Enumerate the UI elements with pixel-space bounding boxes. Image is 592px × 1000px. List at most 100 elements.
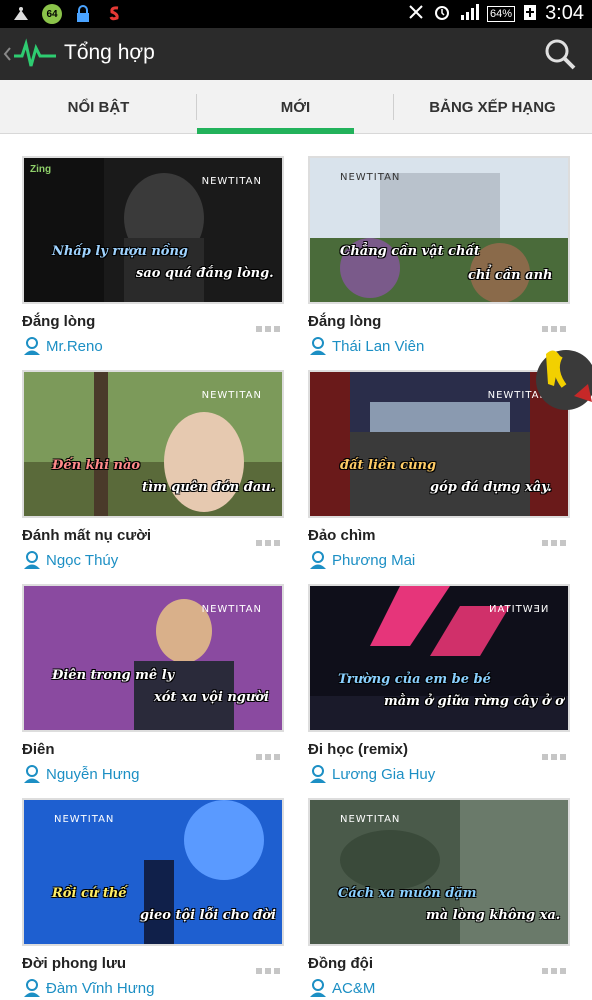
more-options-icon[interactable] [542, 326, 566, 334]
song-card[interactable]: NEWTITAN Cách xa muôn dặm mà lòng không … [308, 798, 570, 998]
video-thumbnail[interactable]: NEWTITAN Điên trong mê ly xót xa vội ngư… [22, 584, 284, 732]
tab-label: NỔI BẬT [67, 98, 130, 116]
artist-icon [24, 979, 40, 997]
karaoke-line-2: góp đá dựng xây. [430, 480, 552, 495]
more-options-icon[interactable] [256, 754, 280, 762]
song-title: Đắng lòng [22, 313, 96, 330]
video-thumbnail[interactable]: NEWTITAN Cách xa muôn dặm mà lòng không … [308, 798, 570, 946]
song-title: Đời phong lưu [22, 955, 127, 972]
artist-name: Ngọc Thúy [46, 551, 119, 569]
artist-name: AC&M [332, 979, 376, 997]
video-thumbnail[interactable]: NEWTITAN Trường của em be bé mằm ở giữa … [308, 584, 570, 732]
chat-head-avatar[interactable] [530, 346, 592, 414]
video-watermark: NEWTITAN [340, 814, 401, 825]
action-bar: Tổng hợp [0, 28, 592, 80]
lock-icon [72, 3, 94, 25]
karaoke-line-2: xót xa vội người [154, 690, 269, 705]
artist-row[interactable]: Nguyễn Hưng [22, 764, 139, 784]
more-options-icon[interactable] [542, 754, 566, 762]
artist-name: Lương Gia Huy [332, 765, 436, 783]
artist-row[interactable]: Mr.Reno [22, 336, 103, 356]
video-thumbnail[interactable]: NEWTITAN Đến khi nào tìm quên đớn đau. [22, 370, 284, 518]
song-card[interactable]: NEWTITAN Chẳng cần vật chất chỉ cần anh … [308, 156, 570, 356]
artist-name: Nguyễn Hưng [46, 765, 140, 783]
song-card[interactable]: NEWTITAN Trường của em be bé mằm ở giữa … [308, 584, 570, 784]
app-logo-icon [3, 38, 56, 67]
tab-label: MỚI [280, 98, 311, 116]
artist-icon [310, 765, 326, 783]
karaoke-line-2: gieo tội lỗi cho đời [140, 908, 276, 923]
artist-name: Mr.Reno [46, 337, 103, 355]
song-title: Đắng lòng [308, 313, 382, 330]
artist-icon [310, 551, 326, 569]
artist-row[interactable]: Phương Mai [308, 550, 415, 570]
artist-name: Đàm Vĩnh Hưng [46, 979, 155, 997]
video-watermark: NEWTITAN [201, 604, 262, 615]
tab-bar: NỔI BẬT MỚI BẢNG XẾP HẠNG [0, 80, 592, 134]
song-title: Điên [22, 741, 55, 758]
artist-row[interactable]: Lương Gia Huy [308, 764, 435, 784]
search-button[interactable] [542, 36, 578, 72]
artist-name: Thái Lan Viên [332, 337, 425, 355]
more-options-icon[interactable] [256, 326, 280, 334]
brand-watermark: Zing [30, 164, 52, 175]
video-watermark: NEWTITAN [201, 176, 262, 187]
song-title: Đồng đội [308, 955, 373, 972]
video-watermark: NEWTITAN [340, 172, 401, 183]
karaoke-line-2: sao quá đắng lòng. [136, 266, 274, 281]
karaoke-line-2: mà lòng không xa. [426, 908, 561, 923]
song-card[interactable]: NEWTITAN Điên trong mê ly xót xa vội ngư… [22, 584, 284, 784]
song-card[interactable]: NEWTITAN Nhấp ly rượu nồng sao quá đắng … [22, 156, 284, 356]
android-icon [10, 3, 32, 25]
charging-icon [523, 3, 537, 24]
more-options-icon[interactable] [542, 540, 566, 548]
search-icon [545, 39, 576, 70]
signal-icon [459, 3, 480, 24]
artist-row[interactable]: Ngọc Thúy [22, 550, 118, 570]
alarm-icon [433, 3, 451, 24]
artist-icon [24, 551, 40, 569]
song-title: Đánh mất nụ cười [22, 527, 152, 544]
page-title: Tổng hợp [64, 41, 155, 64]
karaoke-line-2: tìm quên đớn đau. [142, 480, 276, 495]
back-button[interactable] [0, 28, 64, 80]
artist-row[interactable]: Đàm Vĩnh Hưng [22, 978, 154, 998]
video-watermark: NEWTITAN [487, 604, 548, 615]
song-card[interactable]: NEWTITAN Đến khi nào tìm quên đớn đau. Đ… [22, 370, 284, 570]
artist-icon [24, 337, 40, 355]
mute-icon [407, 3, 425, 24]
karaoke-line-1: đất liền cùng [340, 458, 437, 473]
video-watermark: NEWTITAN [54, 814, 115, 825]
more-options-icon[interactable] [256, 540, 280, 548]
artist-row[interactable]: AC&M [308, 978, 375, 998]
song-grid: NEWTITAN Nhấp ly rượu nồng sao quá đắng … [0, 134, 592, 1000]
artist-row[interactable]: Thái Lan Viên [308, 336, 424, 356]
artist-icon [310, 979, 326, 997]
status-bar: 64 64% 3:04 [0, 0, 592, 28]
tab-featured[interactable]: NỔI BẬT [0, 80, 197, 134]
clock: 3:04 [545, 2, 584, 24]
app-notification-icon [104, 3, 126, 25]
karaoke-line-1: Điên trong mê ly [52, 668, 175, 683]
karaoke-line-1: Chẳng cần vật chất [340, 244, 480, 259]
battery-indicator: 64% [487, 5, 516, 22]
song-title: Đi học (remix) [308, 741, 409, 758]
artist-icon [310, 337, 326, 355]
video-thumbnail[interactable]: NEWTITAN Chẳng cần vật chất chỉ cần anh [308, 156, 570, 304]
tab-label: BẢNG XẾP HẠNG [429, 98, 556, 116]
karaoke-line-1: Trường của em be bé [338, 672, 491, 687]
song-title: Đảo chìm [308, 527, 376, 544]
video-thumbnail[interactable]: NEWTITAN Rồi cứ thế gieo tội lỗi cho đời [22, 798, 284, 946]
more-options-icon[interactable] [256, 968, 280, 976]
video-thumbnail[interactable]: NEWTITAN Nhấp ly rượu nồng sao quá đắng … [22, 156, 284, 304]
karaoke-line-1: Rồi cứ thế [52, 886, 127, 901]
karaoke-line-2: chỉ cần anh [468, 268, 553, 283]
tab-charts[interactable]: BẢNG XẾP HẠNG [394, 80, 591, 134]
more-options-icon[interactable] [542, 968, 566, 976]
karaoke-line-1: Cách xa muôn dặm [338, 886, 477, 901]
song-card[interactable]: NEWTITAN Rồi cứ thế gieo tội lỗi cho đời… [22, 798, 284, 998]
artist-name: Phương Mai [332, 551, 416, 569]
notification-badge: 64 [42, 4, 62, 24]
karaoke-line-2: mằm ở giữa rừng cây ở ơ [384, 694, 564, 709]
tab-new[interactable]: MỚI [197, 80, 394, 134]
